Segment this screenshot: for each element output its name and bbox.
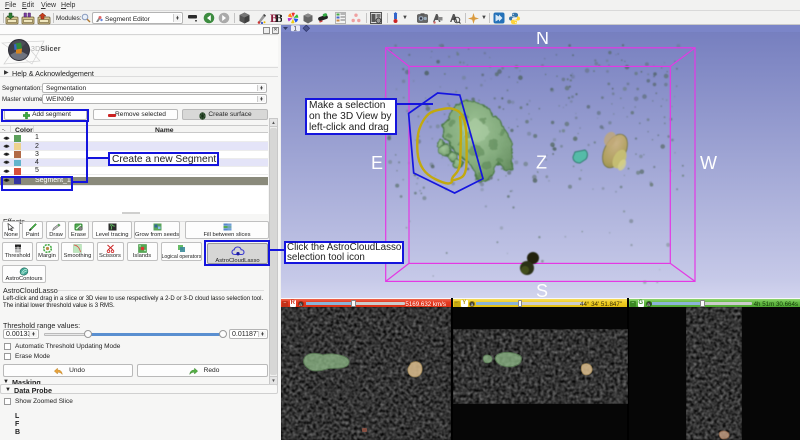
svg-text:B: B xyxy=(275,12,282,24)
svg-text:Z: Z xyxy=(536,153,547,173)
svg-text:S: S xyxy=(536,281,548,298)
svg-text:E: E xyxy=(371,153,383,173)
svg-text:W: W xyxy=(700,153,717,173)
